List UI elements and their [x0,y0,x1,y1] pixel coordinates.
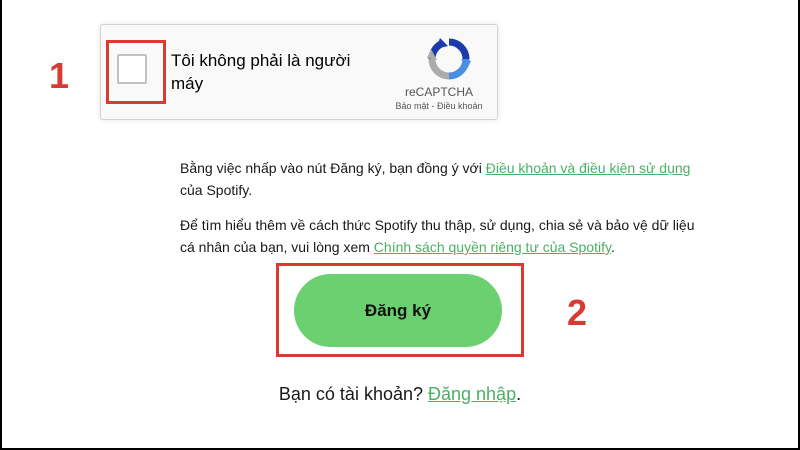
signup-button[interactable]: Đăng ký [294,274,502,347]
recaptcha-terms-link[interactable]: Điều khoản [437,101,483,111]
privacy-text-after: . [610,239,615,255]
frame-left-border [0,0,2,450]
step-2-label: 2 [567,292,588,333]
privacy-paragraph: Để tìm hiểu thêm về cách thức Spotify th… [180,214,700,258]
login-prompt-text: Bạn có tài khoản? [278,384,428,404]
step-1-label: 1 [49,55,70,96]
terms-text-before: Bằng việc nhấp vào nút Đăng ký, bạn đồng… [180,160,486,176]
recaptcha-link-separator: - [428,101,437,111]
checkbox-highlight [106,40,166,104]
recaptcha-privacy-link[interactable]: Bảo mật [395,101,429,111]
privacy-policy-link[interactable]: Chính sách quyền riêng tư của Spotify [374,239,611,255]
recaptcha-label: Tôi không phải là người máy [171,51,351,93]
login-link[interactable]: Đăng nhập [428,384,516,404]
recaptcha-links: Bảo mật - Điều khoản [381,101,497,111]
recaptcha-logo-icon [427,38,471,80]
terms-link[interactable]: Điều khoản và điều kiện sử dụng [486,160,691,176]
terms-text-after: của Spotify. [180,182,253,198]
login-text-after: . [516,384,522,404]
terms-paragraph: Bằng việc nhấp vào nút Đăng ký, bạn đồng… [180,157,700,201]
recaptcha-brand: reCAPTCHA [404,85,473,99]
login-prompt-line: Bạn có tài khoản? Đăng nhập. [0,384,800,405]
